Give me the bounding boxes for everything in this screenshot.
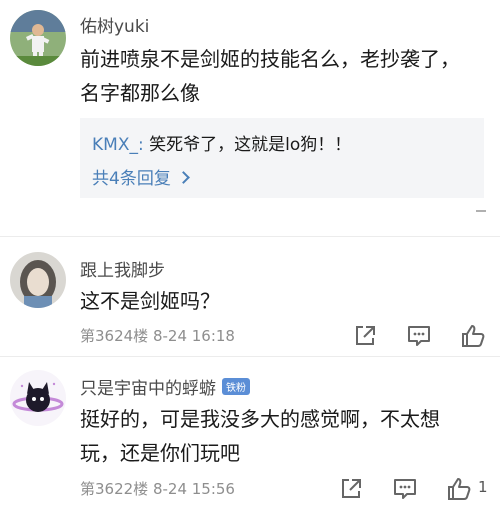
share-icon[interactable] (338, 476, 364, 502)
like-count: 1 (478, 478, 488, 496)
avatar-image (10, 252, 66, 308)
floor-and-time: 第3624楼 8-24 16:18 (80, 327, 235, 345)
floor-and-time: 第3622楼 8-24 15:56 (80, 480, 235, 498)
comment-text-line-2: 玩，还是你们玩吧 (80, 441, 240, 465)
comment-3: 只是宇宙中的蜉蝣 铁粉 挺好的，可是我没多大的感觉啊，不太想 玩，还是你们玩吧 第… (0, 356, 500, 517)
share-icon[interactable] (352, 323, 378, 349)
comment-meta-row: 第3624楼 8-24 16:18 (80, 323, 500, 349)
comment-2: 跟上我脚步 这不是剑姬吗？ 第3624楼 8-24 16:18 (0, 236, 500, 356)
reply-text: 笑死爷了，这就是lo狗！！ (143, 135, 352, 155)
scroll-indicator (476, 210, 486, 212)
view-more-replies-label: 共4条回复 (92, 169, 171, 189)
avatar[interactable] (10, 370, 66, 426)
username[interactable]: 佑树yuki (80, 12, 149, 37)
avatar[interactable] (10, 252, 66, 308)
thumbs-up-icon[interactable] (460, 323, 486, 349)
reply-line: KMX_: 笑死爷了，这就是lo狗！！ (92, 130, 351, 155)
comment-icon[interactable] (392, 476, 418, 502)
username-text: 只是宇宙中的蜉蝣 (80, 379, 216, 399)
username[interactable]: 只是宇宙中的蜉蝣 铁粉 (80, 374, 250, 399)
fan-badge: 铁粉 (222, 378, 250, 395)
comment-icon[interactable] (406, 323, 432, 349)
avatar-image (10, 370, 66, 426)
reply-username[interactable]: KMX_: (92, 135, 144, 155)
comment-1: 佑树yuki 前进喷泉不是剑姬的技能名么，老抄袭了， 名字都那么像 KMX_: … (0, 0, 500, 230)
avatar[interactable] (10, 10, 66, 66)
avatar-image (10, 10, 66, 66)
comment-text-line-2: 名字都那么像 (80, 81, 200, 105)
comment-text-line-1: 这不是剑姬吗？ (80, 289, 220, 313)
chevron-right-icon (176, 171, 190, 184)
comment-meta-row: 第3622楼 8-24 15:56 1 (80, 476, 500, 502)
view-more-replies-link[interactable]: 共4条回复 (92, 164, 190, 189)
reply-preview[interactable]: KMX_: 笑死爷了，这就是lo狗！！ 共4条回复 (80, 118, 484, 198)
username[interactable]: 跟上我脚步 (80, 256, 165, 281)
comment-text-line-1: 前进喷泉不是剑姬的技能名么，老抄袭了， (80, 47, 460, 71)
comment-text-line-1: 挺好的，可是我没多大的感觉啊，不太想 (80, 407, 440, 431)
thumbs-up-icon[interactable] (446, 476, 472, 502)
